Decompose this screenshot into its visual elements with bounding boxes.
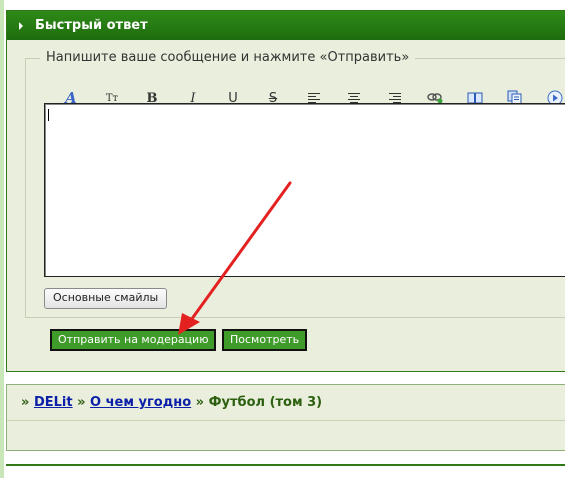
breadcrumb-link-forum[interactable]: О чем угодно — [90, 395, 191, 410]
breadcrumb: » DELit » О чем угодно » Футбол (том 3) — [21, 395, 322, 410]
quick-reply-header[interactable]: Быстрый ответ — [7, 11, 565, 40]
panel-divider — [7, 420, 565, 421]
collapse-arrow-icon[interactable] — [19, 22, 23, 30]
breadcrumb-separator: » — [195, 395, 205, 410]
message-textarea[interactable] — [44, 103, 565, 277]
left-rail — [0, 0, 4, 478]
fieldset-legend: Напишите ваше сообщение и нажмите «Отпра… — [40, 50, 416, 66]
preview-button[interactable]: Посмотреть — [222, 329, 308, 351]
breadcrumb-separator: » — [77, 395, 86, 410]
text-caret — [48, 109, 49, 121]
breadcrumb-panel: » DELit » О чем угодно » Футбол (том 3) — [6, 384, 565, 451]
breadcrumb-separator: » — [21, 395, 30, 410]
basic-smiles-button[interactable]: Основные смайлы — [44, 288, 168, 309]
section-divider — [6, 464, 565, 466]
submit-for-moderation-button[interactable]: Отправить на модерацию — [50, 329, 217, 351]
quick-reply-title: Быстрый ответ — [35, 18, 148, 33]
breadcrumb-link-delit[interactable]: DELit — [34, 395, 73, 410]
breadcrumb-current-topic: Футбол (том 3) — [208, 395, 323, 410]
